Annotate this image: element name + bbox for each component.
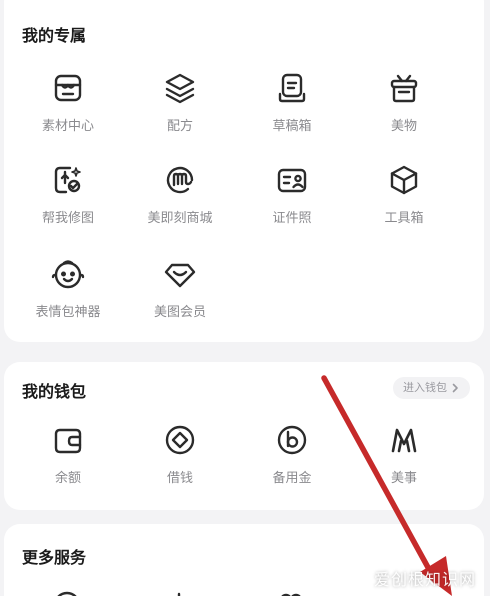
- wallet-card: 我的钱包 进入钱包 余额 借钱 备用金 美事: [4, 362, 484, 510]
- grid-item-id-photo[interactable]: 证件照: [236, 162, 348, 226]
- grid-item-label: 工具箱: [384, 211, 424, 226]
- grid-item-borrow[interactable]: 借钱: [124, 422, 236, 486]
- service-icon-partial[interactable]: [276, 590, 306, 596]
- wallet-balance-icon: [54, 428, 82, 454]
- more-services-title: 更多服务: [22, 548, 87, 567]
- grid-item-mall[interactable]: 美即刻商城: [124, 162, 236, 226]
- grid-item-label: 配方: [166, 119, 193, 134]
- borrow-icon: [165, 425, 195, 455]
- exclusive-card: 我的专属 素材中心 配方 草稿箱 美物 帮我修图 美即刻商城 证件照 工具箱 表…: [4, 0, 484, 342]
- grid-item-emoji-maker[interactable]: 表情包神器: [12, 256, 124, 320]
- watermark-text: 爱创根知识网: [373, 570, 476, 589]
- grid-item-toolbox[interactable]: 工具箱: [348, 162, 460, 226]
- grid-item-label: 帮我修图: [41, 211, 94, 226]
- grid-item-label: 美即刻商城: [147, 211, 213, 226]
- toolbox-icon: [390, 165, 418, 195]
- grid-item-meishi[interactable]: 美事: [348, 422, 460, 486]
- magic-edit-icon: [54, 166, 81, 194]
- service-icon-partial[interactable]: [164, 590, 194, 596]
- grid-item-goods[interactable]: 美物: [348, 70, 460, 134]
- grid-item-label: 余额: [54, 471, 81, 486]
- grid-item-label: 素材中心: [41, 119, 94, 134]
- grid-item-label: 表情包神器: [35, 305, 101, 320]
- emoji-face-icon: [51, 260, 85, 289]
- id-photo-icon: [277, 168, 307, 193]
- grid-item-reserve-fund[interactable]: 备用金: [236, 422, 348, 486]
- grid-item-drafts[interactable]: 草稿箱: [236, 70, 348, 134]
- grid-item-label: 美事: [390, 471, 417, 486]
- meishi-icon: [391, 428, 417, 453]
- drafts-icon: [278, 73, 306, 103]
- exclusive-title: 我的专属: [22, 26, 87, 45]
- grid-item-label: 草稿箱: [272, 119, 312, 134]
- chevron-right-icon: [452, 383, 458, 393]
- grid-item-vip[interactable]: 美图会员: [124, 256, 236, 320]
- grid-item-label: 证件照: [272, 211, 312, 226]
- layers-icon: [165, 73, 195, 104]
- wallet-title: 我的钱包: [22, 382, 87, 401]
- grid-item-recipe[interactable]: 配方: [124, 70, 236, 134]
- grid-item-balance[interactable]: 余额: [12, 422, 124, 486]
- gift-icon: [390, 74, 418, 103]
- service-icon-partial[interactable]: [52, 590, 82, 596]
- vip-diamond-icon: [164, 263, 196, 288]
- grid-item-label: 备用金: [272, 471, 312, 486]
- store-icon: [54, 74, 82, 102]
- grid-item-label: 美图会员: [153, 305, 206, 320]
- grid-item-label: 美物: [390, 119, 417, 134]
- grid-item-retouch-help[interactable]: 帮我修图: [12, 162, 124, 226]
- grid-item-label: 借钱: [166, 471, 193, 486]
- grid-item-material-center[interactable]: 素材中心: [12, 70, 124, 134]
- enter-wallet-label: 进入钱包: [403, 381, 447, 394]
- mall-icon: [166, 166, 194, 194]
- enter-wallet-button[interactable]: 进入钱包: [393, 377, 470, 399]
- reserve-fund-icon: [277, 425, 307, 455]
